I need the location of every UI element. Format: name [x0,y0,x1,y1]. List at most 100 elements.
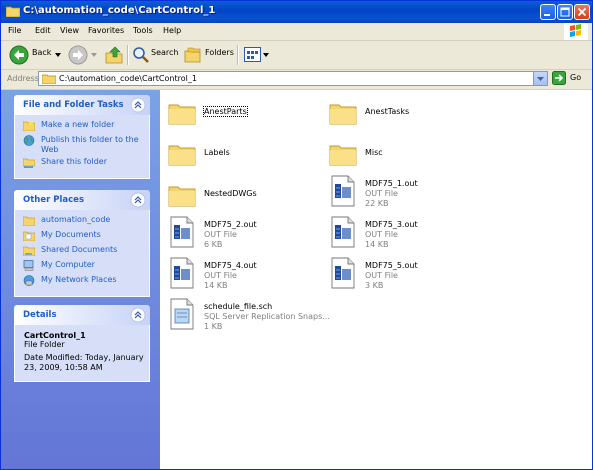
menu-view[interactable]: View [60,26,79,35]
menu-favorites[interactable]: Favorites [88,26,124,35]
back-dropdown-icon[interactable] [55,53,63,59]
file-size: 1 KB [204,322,223,331]
address-path: C:\automation_code\CartControl_1 [59,74,197,83]
back-button[interactable]: Back [7,44,63,66]
search-icon [133,47,149,63]
file-item[interactable]: Misc [323,134,483,174]
panel-title: Other Places [23,195,84,205]
address-input[interactable]: C:\automation_code\CartControl_1 [38,71,548,86]
address-label: Address [7,74,39,83]
title-bar[interactable]: C:\automation_code\CartControl_1 [1,1,592,23]
file-item[interactable]: NestedDWGs [162,175,322,215]
toolbar-separator [237,45,239,65]
details-modified-line2: 23, 2009, 10:58 AM [24,363,103,372]
file-name: MDF75_3.out [365,220,418,229]
close-button[interactable] [574,4,590,20]
folders-icon [184,47,201,63]
folders-button[interactable]: Folders [183,44,234,66]
task-make-new-folder[interactable]: Make a new folder [15,120,149,133]
file-list[interactable]: AnestParts AnestTasks Labels Misc Nested… [160,90,592,469]
file-item[interactable]: AnestParts [162,93,322,133]
task-publish-folder[interactable]: Publish this folder to the Web [15,135,149,155]
folder-icon [329,104,357,125]
file-size: 22 KB [365,199,389,208]
globe-icon [23,135,35,146]
panel-body: Make a new folder Publish this folder to… [14,115,150,179]
file-name: Labels [204,148,230,157]
computer-icon [23,260,34,271]
address-dropdown-button[interactable] [533,72,547,85]
file-item[interactable]: MDF75_5.out OUT File 3 KB [323,254,483,294]
search-button[interactable]: Search [131,44,179,66]
collapse-chevron-icon[interactable] [130,307,146,323]
menu-file[interactable]: File [8,26,21,35]
go-button[interactable]: Go [552,71,588,86]
file-name: MDF75_4.out [204,261,257,270]
details-name: CartControl_1 [24,331,86,340]
file-name: AnestTasks [365,107,410,116]
network-icon [23,275,35,286]
address-bar: Address C:\automation_code\CartControl_1… [1,70,592,90]
panel-header[interactable]: File and Folder Tasks [14,95,150,115]
file-size: 3 KB [365,281,384,290]
menu-tools[interactable]: Tools [133,26,153,35]
file-type: OUT File [204,271,237,280]
panel-body: CartControl_1 File Folder Date Modified:… [14,325,150,382]
forward-dropdown-icon[interactable] [91,53,99,59]
file-type: OUT File [204,230,237,239]
details-type: File Folder [24,340,65,349]
folder-icon [6,6,20,17]
minimize-icon [544,14,550,16]
out-file-icon [331,216,355,248]
up-folder-button[interactable] [103,44,125,66]
views-button[interactable] [242,44,270,66]
file-item[interactable]: MDF75_4.out OUT File 14 KB [162,254,322,294]
file-name: MDF75_2.out [204,220,257,229]
go-arrow-icon [552,71,566,85]
panel-title: Details [23,310,57,320]
task-share-folder[interactable]: Share this folder [15,157,149,170]
search-label: Search [151,48,179,57]
collapse-chevron-icon[interactable] [130,97,146,113]
file-type: OUT File [365,230,398,239]
views-dropdown-icon[interactable] [263,53,271,59]
out-file-icon [170,257,194,289]
file-item[interactable]: MDF75_3.out OUT File 14 KB [323,213,483,253]
minimize-button[interactable] [540,4,556,20]
file-name: AnestParts [203,106,248,117]
toolbar-separator [127,45,129,65]
place-shared-documents[interactable]: Shared Documents [15,245,149,258]
place-my-documents[interactable]: My Documents [15,230,149,243]
details-panel: Details CartControl_1 File Folder Date M… [14,305,150,382]
panel-header[interactable]: Other Places [14,190,150,210]
file-item[interactable]: MDF75_2.out OUT File 6 KB [162,213,322,253]
file-item[interactable]: AnestTasks [323,93,483,133]
forward-button[interactable] [67,44,99,66]
views-icon [244,47,261,62]
shared-folder-icon [23,246,35,256]
task-pane: File and Folder Tasks Make a new folder … [1,90,160,469]
file-item[interactable]: MDF75_1.out OUT File 22 KB [323,172,483,212]
folders-label: Folders [205,48,234,57]
file-size: 14 KB [204,281,228,290]
collapse-chevron-icon[interactable] [130,192,146,208]
file-item[interactable]: schedule_file.sch SQL Server Replication… [162,295,332,335]
menu-edit[interactable]: Edit [35,26,51,35]
file-item[interactable]: Labels [162,134,322,174]
explorer-window: C:\automation_code\CartControl_1 File Ed… [0,0,593,470]
file-name: Misc [365,148,383,157]
menu-bar: File Edit View Favorites Tools Help [1,23,592,41]
panel-header[interactable]: Details [14,305,150,325]
place-my-network-places[interactable]: My Network Places [15,275,149,288]
menu-help[interactable]: Help [163,26,181,35]
window-title: C:\automation_code\CartControl_1 [23,5,216,16]
place-my-computer[interactable]: My Computer [15,260,149,273]
place-automation-code[interactable]: automation_code [15,215,149,228]
other-places-panel: Other Places automation_code My Document… [14,190,150,297]
maximize-button[interactable] [557,4,573,20]
chevron-down-icon [537,77,544,81]
folder-icon [168,186,196,207]
file-name: schedule_file.sch [204,302,273,311]
folder-icon [168,104,196,125]
folder-icon [42,74,56,84]
